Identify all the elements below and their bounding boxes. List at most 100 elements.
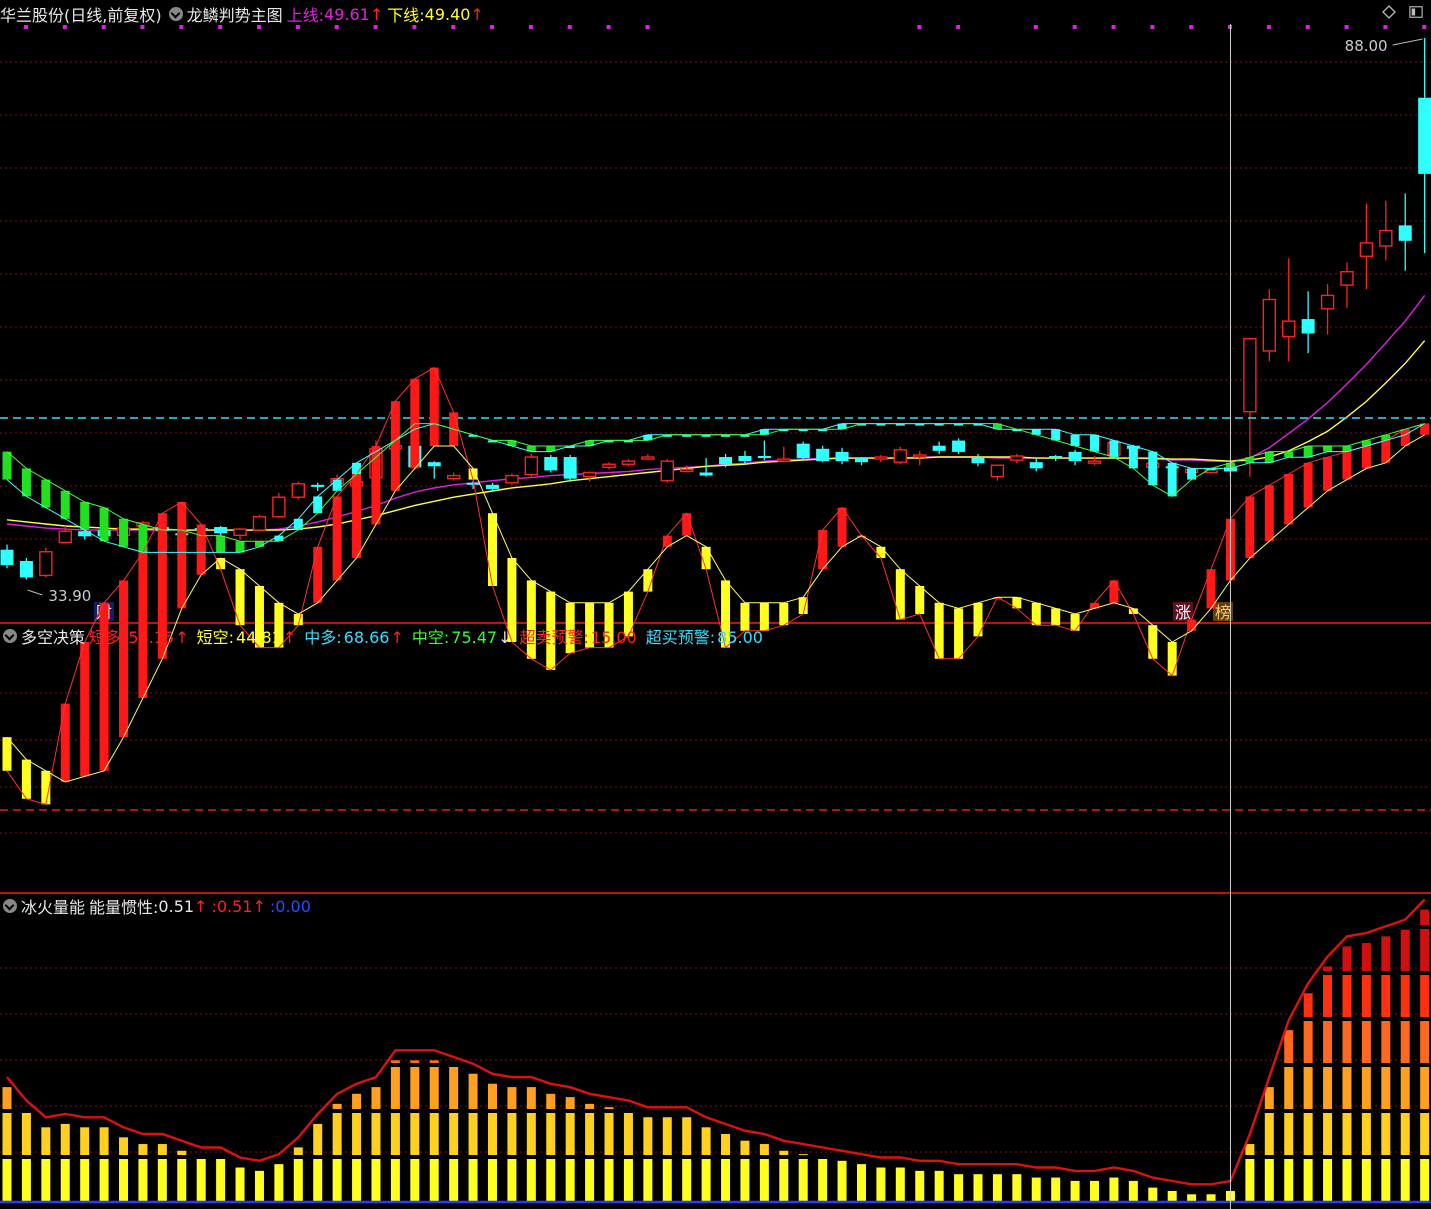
- panel2-name[interactable]: 多空决策: [21, 624, 85, 648]
- energy-segment: [390, 1159, 400, 1201]
- energy-segment: [1361, 1113, 1371, 1155]
- panel2-dropdown-icon[interactable]: [3, 629, 17, 643]
- energy-bar: [973, 1174, 983, 1201]
- energy-segment: [1031, 1177, 1041, 1201]
- candle-body: [893, 449, 908, 463]
- energy-segment: [526, 1113, 536, 1155]
- mid-bar: [1090, 434, 1100, 452]
- panel2-item-label: 超买预警:: [645, 628, 716, 647]
- candle: [582, 471, 597, 482]
- energy-segment: [1420, 975, 1430, 1017]
- energy-bar: [1400, 929, 1410, 1201]
- candle-body: [874, 456, 888, 460]
- energy-segment: [1400, 1021, 1410, 1063]
- candle: [1029, 458, 1043, 472]
- short-bar: [1323, 457, 1333, 491]
- energy-segment: [390, 1113, 400, 1155]
- short-bar: [21, 759, 31, 799]
- energy-segment: [682, 1117, 692, 1155]
- diamond-icon[interactable]: [1382, 5, 1396, 19]
- energy-segment: [585, 1103, 595, 1109]
- energy-segment: [449, 1159, 459, 1201]
- candle-body: [680, 468, 694, 473]
- mid-bar: [1264, 451, 1274, 463]
- mid-bar: [332, 479, 342, 491]
- mid-bar: [1323, 446, 1333, 452]
- candle-body: [1282, 320, 1296, 338]
- lower-line-value: 49.40: [424, 4, 471, 24]
- energy-segment: [1420, 1113, 1430, 1155]
- candle-body: [466, 482, 480, 485]
- candle: [932, 441, 946, 454]
- energy-segment: [721, 1134, 731, 1155]
- energy-segment: [429, 1067, 439, 1109]
- energy-bar: [235, 1167, 245, 1201]
- energy-segment: [798, 1159, 808, 1201]
- energy-bar: [623, 1113, 633, 1201]
- energy-bar: [1187, 1194, 1197, 1201]
- indicator-name[interactable]: 龙鳞判势主图: [187, 2, 283, 26]
- energy-segment: [779, 1150, 789, 1155]
- stock-name[interactable]: 华兰股份: [0, 2, 64, 26]
- panel2-item-value: 75.47: [451, 628, 498, 647]
- candle-body: [932, 445, 946, 451]
- panel3-dropdown-icon[interactable]: [3, 899, 17, 913]
- energy-bar: [1342, 946, 1352, 1201]
- energy-bar: [371, 1087, 381, 1201]
- energy-segment: [235, 1167, 245, 1201]
- panel3-name[interactable]: 冰火量能: [21, 894, 85, 918]
- energy-bar: [41, 1127, 51, 1201]
- candle: [233, 528, 247, 540]
- candle-body: [252, 516, 267, 531]
- energy-segment: [565, 1159, 575, 1201]
- candle-body: [1262, 298, 1277, 352]
- indicator-dropdown-icon[interactable]: [168, 7, 183, 21]
- window-toggle-icon[interactable]: [1409, 5, 1423, 19]
- panel2-values: 短多: 54.15↑ 短空: 44.81↑ 中多: 68.66↑ 中空: 75.47↓ 超卖预警…: [89, 624, 772, 648]
- energy-bar: [1109, 1177, 1119, 1201]
- energy-segment: [1323, 966, 1333, 971]
- energy-bar: [488, 1083, 497, 1201]
- energy-segment: [99, 1127, 109, 1155]
- energy-segment: [565, 1097, 575, 1109]
- energy-segment: [701, 1127, 711, 1155]
- candle-body: [524, 456, 539, 476]
- candle-body: [738, 456, 752, 462]
- energy-segment: [429, 1159, 439, 1201]
- lower-line-arrow-icon: ↑: [470, 4, 484, 24]
- energy-segment: [507, 1113, 517, 1155]
- panel2-item-value: 85.00: [717, 628, 763, 647]
- period-label[interactable]: (日线,前复权): [64, 2, 162, 26]
- candle-body: [660, 460, 674, 482]
- candle: [1340, 262, 1354, 308]
- energy-segment: [1342, 1067, 1352, 1109]
- energy-segment: [41, 1159, 51, 1201]
- signal-dot: [179, 25, 184, 29]
- energy-segment: [1400, 1159, 1410, 1201]
- candle-body: [777, 458, 791, 462]
- candle-body: [1243, 337, 1257, 413]
- energy-segment: [759, 1144, 769, 1155]
- mid-bar: [1167, 462, 1177, 497]
- energy-segment: [119, 1137, 129, 1155]
- energy-bar: [293, 1147, 303, 1201]
- energy-segment: [313, 1123, 323, 1155]
- energy-segment: [21, 1159, 31, 1201]
- energy-segment: [2, 1159, 12, 1201]
- energy-segment: [507, 1087, 517, 1109]
- energy-segment: [662, 1117, 672, 1155]
- short-bar: [488, 513, 497, 586]
- candle-body: [446, 474, 461, 480]
- energy-segment: [798, 1154, 808, 1155]
- candle-body: [641, 456, 655, 460]
- upper-line-arrow-icon: ↑: [369, 4, 384, 24]
- short-bar: [429, 367, 439, 446]
- energy-bar: [992, 1174, 1002, 1201]
- energy-segment: [157, 1144, 167, 1155]
- panel2-item-3: 中空: 75.47↓: [412, 624, 512, 648]
- energy-segment: [1361, 1021, 1371, 1063]
- panel2-item-label: 短空:: [196, 628, 235, 647]
- candle-body: [58, 530, 72, 544]
- short-bar: [1342, 451, 1352, 480]
- mid-bar: [80, 502, 90, 530]
